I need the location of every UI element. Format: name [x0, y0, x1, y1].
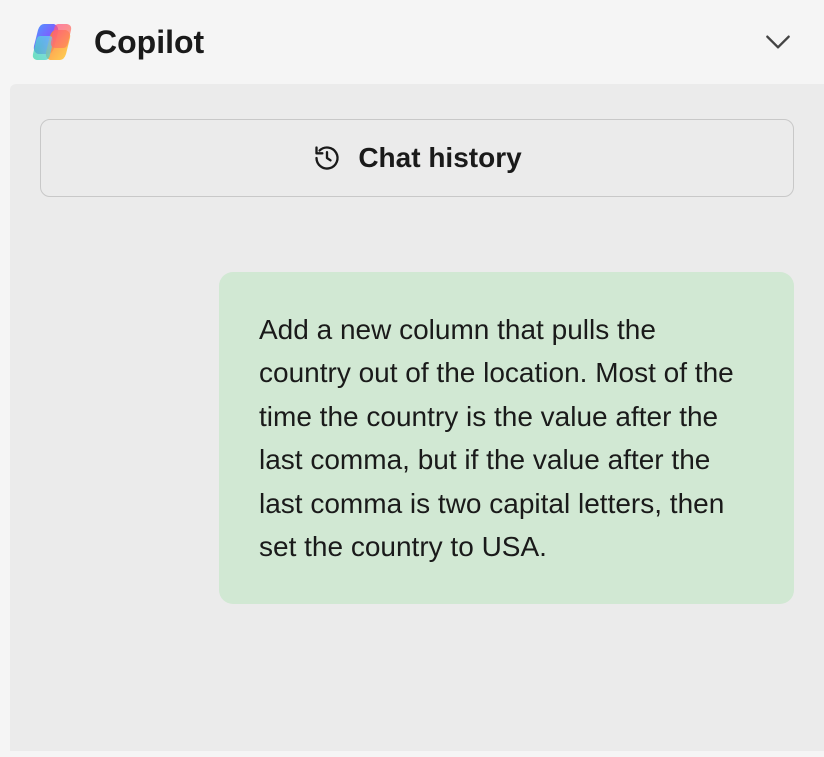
page-title: Copilot [94, 24, 204, 61]
header-bar: Copilot [0, 0, 824, 84]
user-message: Add a new column that pulls the country … [219, 272, 794, 604]
copilot-logo-icon [30, 18, 78, 66]
header-left: Copilot [30, 18, 204, 66]
message-list: Add a new column that pulls the country … [40, 272, 794, 604]
history-icon [312, 143, 342, 173]
chat-content: Chat history Add a new column that pulls… [10, 84, 824, 751]
chat-history-button[interactable]: Chat history [40, 119, 794, 197]
collapse-chevron-icon[interactable] [762, 26, 794, 58]
chat-history-label: Chat history [358, 142, 521, 174]
